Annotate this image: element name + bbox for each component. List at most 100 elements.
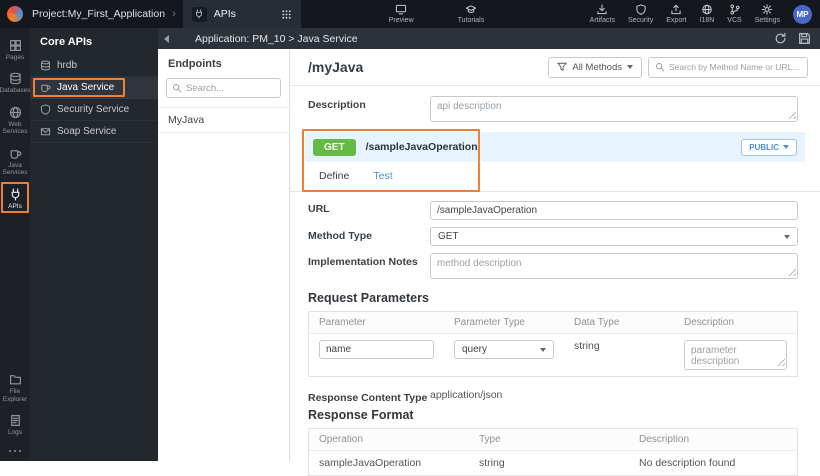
method-type-row: Method Type GET xyxy=(308,227,798,246)
parameter-type-select[interactable]: query xyxy=(454,340,554,359)
application-header-bar: Application: PM_10 > Java Service xyxy=(158,28,820,49)
project-name[interactable]: Project:My_First_Application xyxy=(32,8,165,20)
shield-icon xyxy=(40,104,51,115)
core-apis-panel: Core APIs hrdb Java Service Security Ser… xyxy=(30,28,158,461)
endpoints-list: MyJava xyxy=(158,107,289,133)
sidebar-item-java-services[interactable]: Java Services xyxy=(0,142,30,183)
apps-grid-icon[interactable] xyxy=(281,9,292,20)
method-type-select[interactable]: GET xyxy=(430,227,798,246)
operation-header[interactable]: GET /sampleJavaOperation PUBLIC xyxy=(305,132,805,162)
all-methods-filter[interactable]: All Methods xyxy=(548,56,642,78)
endpoints-panel: Endpoints MyJava xyxy=(158,49,290,461)
core-item-java-service[interactable]: Java Service xyxy=(30,77,158,99)
method-search-input[interactable] xyxy=(669,62,801,72)
description-textarea[interactable] xyxy=(430,96,798,122)
artifacts-download-icon xyxy=(596,4,608,15)
sidebar-item-logs[interactable]: Logs xyxy=(0,409,30,442)
collapse-panel-icon[interactable] xyxy=(164,34,169,43)
preview-monitor-icon xyxy=(395,4,407,15)
endpoints-search-input[interactable] xyxy=(186,82,275,94)
apis-plug-icon xyxy=(9,188,22,201)
parameter-description-textarea[interactable] xyxy=(684,340,787,370)
web-services-globe-icon xyxy=(9,106,22,119)
response-content-type-value: application/json xyxy=(430,389,503,401)
database-icon xyxy=(9,72,22,85)
java-coffee-icon xyxy=(9,147,22,160)
parameter-name-input[interactable] xyxy=(319,340,434,359)
core-apis-title: Core APIs xyxy=(40,36,93,48)
sidebar-item-pages[interactable]: Pages xyxy=(0,34,30,67)
more-menu-icon[interactable] xyxy=(8,443,22,462)
header-controls: All Methods xyxy=(548,56,808,78)
appbar-actions xyxy=(774,32,811,45)
security-shield-icon xyxy=(635,4,647,15)
api-plug-icon xyxy=(191,6,207,22)
file-explorer-folder-icon xyxy=(9,373,22,386)
implementation-notes-row: Implementation Notes xyxy=(308,253,798,279)
security-button[interactable]: Security xyxy=(628,4,653,24)
export-icon xyxy=(670,4,682,15)
search-icon xyxy=(655,62,665,72)
sidebar-item-file-explorer[interactable]: File Explorer xyxy=(0,368,30,409)
tab-apis-label: APIs xyxy=(213,8,236,20)
endpoints-search[interactable] xyxy=(166,78,281,98)
save-icon[interactable] xyxy=(798,32,811,45)
implementation-notes-label: Implementation Notes xyxy=(308,256,418,268)
i18n-button[interactable]: I18N xyxy=(700,4,714,24)
sidebar-item-apis[interactable]: APIs xyxy=(0,181,30,216)
sidebar-item-databases[interactable]: Databases xyxy=(0,67,31,100)
i18n-globe-icon xyxy=(701,4,713,15)
table-row: query string xyxy=(309,334,797,376)
core-item-hrdb[interactable]: hrdb xyxy=(30,55,158,77)
core-item-soap-service[interactable]: Soap Service xyxy=(30,121,158,143)
response-operation: sampleJavaOperation xyxy=(319,457,422,469)
top-bar: Project:My_First_Application › APIs Prev… xyxy=(0,0,820,28)
tutorials-button[interactable]: Tutorials xyxy=(458,4,484,24)
chevron-down-icon xyxy=(784,234,790,239)
table-header-row: Parameter Parameter Type Data Type Descr… xyxy=(309,312,797,334)
description-row: Description xyxy=(308,96,798,122)
envelope-icon xyxy=(40,126,51,137)
artifacts-button[interactable]: Artifacts xyxy=(590,4,615,24)
export-button[interactable]: Export xyxy=(666,4,687,24)
response-format-table: Operation Type Description sampleJavaOpe… xyxy=(308,428,798,476)
search-icon xyxy=(172,83,182,93)
request-parameters-title: Request Parameters xyxy=(308,291,429,305)
operation-card: GET /sampleJavaOperation PUBLIC Define T… xyxy=(302,129,805,192)
tab-apis[interactable]: APIs xyxy=(182,0,301,28)
settings-button[interactable]: Settings xyxy=(755,4,780,24)
user-avatar[interactable]: MP xyxy=(793,4,812,24)
core-item-security-service[interactable]: Security Service xyxy=(30,99,158,121)
method-search[interactable] xyxy=(648,56,808,78)
operation-tabs: Define Test xyxy=(305,162,805,191)
topbar-actions: Artifacts Security Export I18N VCS Setti… xyxy=(590,4,812,24)
tab-define[interactable]: Define xyxy=(319,170,349,182)
chevron-down-icon xyxy=(627,65,633,69)
settings-gear-icon xyxy=(761,4,773,15)
tutorials-cap-icon xyxy=(465,4,477,15)
data-type-value: string xyxy=(574,340,600,352)
wavemaker-logo[interactable] xyxy=(7,6,23,22)
url-input[interactable] xyxy=(430,201,798,220)
visibility-public-button[interactable]: PUBLIC xyxy=(741,138,797,156)
url-label: URL xyxy=(308,203,330,215)
filter-funnel-icon xyxy=(557,62,567,72)
tab-test[interactable]: Test xyxy=(373,170,392,182)
java-coffee-icon xyxy=(40,82,51,93)
response-type: string xyxy=(479,457,505,469)
breadcrumb: Application: PM_10 > Java Service xyxy=(195,32,358,45)
vcs-button[interactable]: VCS xyxy=(727,4,742,24)
main-content: /myJava All Methods Description xyxy=(290,49,820,476)
table-header-row: Operation Type Description xyxy=(309,429,797,451)
sidebar-item-web-services[interactable]: Web Services xyxy=(0,101,30,142)
chevron-down-icon xyxy=(540,347,546,352)
refresh-icon[interactable] xyxy=(774,32,787,45)
page-title: /myJava xyxy=(308,59,364,75)
icon-sidebar: Pages Databases Web Services Java Servic… xyxy=(0,28,31,462)
endpoint-item-myjava[interactable]: MyJava xyxy=(158,108,289,133)
database-icon xyxy=(40,60,51,71)
response-description: No description found xyxy=(639,457,736,469)
implementation-notes-textarea[interactable] xyxy=(430,253,798,279)
preview-button[interactable]: Preview xyxy=(389,4,414,24)
method-badge[interactable]: GET xyxy=(313,138,356,156)
